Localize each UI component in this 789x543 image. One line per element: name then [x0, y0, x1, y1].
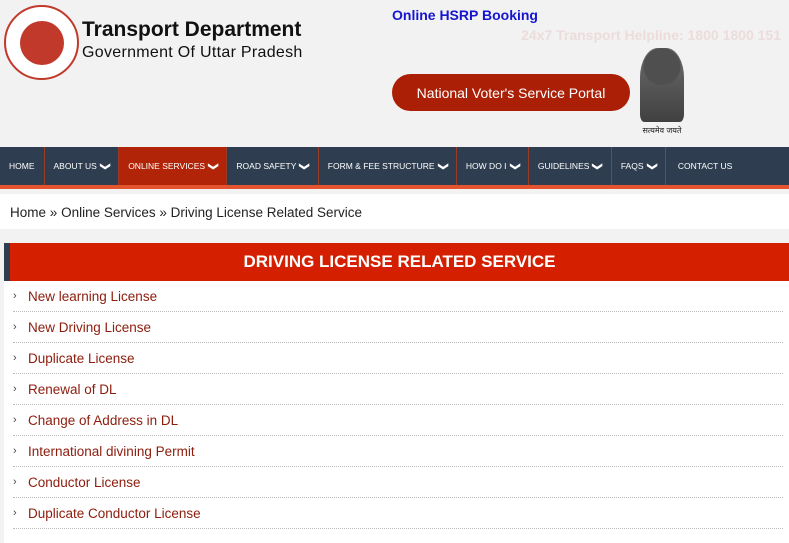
chevron-down-icon: ❯ [646, 161, 658, 171]
emblem-motto: सत्यमेव जयते [642, 126, 682, 135]
nav-item-form-fee-structure[interactable]: FORM & FEE STRUCTURE ❯ [319, 147, 457, 185]
voter-portal-button[interactable]: National Voter's Service Portal [392, 74, 630, 111]
site-subtitle: Government Of Uttar Pradesh [82, 44, 303, 61]
service-link[interactable]: Renewal of DL [28, 382, 117, 397]
up-government-logo[interactable] [4, 5, 79, 80]
nav-item-label: ROAD SAFETY [236, 161, 297, 171]
nav-item-label: HOW DO I [465, 161, 507, 171]
service-link[interactable]: Change of Address in DL [28, 413, 178, 428]
helpline-text: 24x7 Transport Helpline: 1800 1800 151 [521, 27, 781, 43]
list-item: › Duplicate License [13, 343, 783, 374]
list-item: › Change of Address in DL [13, 405, 783, 436]
panel-title: DRIVING LICENSE RELATED SERVICE [4, 243, 789, 281]
chevron-down-icon: ❯ [299, 161, 311, 171]
chevron-right-icon: › [13, 445, 17, 457]
service-link[interactable]: Duplicate License [28, 351, 135, 366]
breadcrumb-home[interactable]: Home [10, 205, 46, 220]
nav-item-label: HOME [9, 161, 35, 171]
nav-item-label: FORM & FEE STRUCTURE [327, 161, 435, 171]
chevron-right-icon: › [13, 383, 17, 395]
list-item: › New Driving License [13, 312, 783, 343]
breadcrumb-current: Driving License Related Service [170, 205, 362, 220]
main-nav: HOME ABOUT US ❯ ONLINE SERVICES ❯ ROAD SAFETY… [0, 147, 789, 189]
breadcrumb: Home » Online Services » Driving License… [0, 194, 789, 229]
site-header: Transport Department Government Of Uttar… [0, 0, 789, 147]
list-item: › Duplicate Conductor License [13, 498, 783, 529]
nav-item-label: CONTACT US [677, 161, 733, 171]
national-emblem: सत्यमेव जयते [634, 48, 690, 140]
nav-item-online-services[interactable]: ONLINE SERVICES ❯ [119, 147, 228, 185]
service-link[interactable]: New learning License [28, 289, 157, 304]
nav-item-label: ONLINE SERVICES [128, 161, 206, 171]
chevron-down-icon: ❯ [99, 161, 111, 171]
list-item: › International divining Permit [13, 436, 783, 467]
chevron-right-icon: › [13, 290, 17, 302]
service-list: › New learning License › New Driving Licens… [4, 281, 789, 529]
service-link[interactable]: New Driving License [28, 320, 151, 335]
nav-item-label: GUIDELINES [537, 161, 590, 171]
nav-item-label: FAQS [620, 161, 644, 171]
chevron-down-icon: ❯ [207, 161, 219, 171]
nav-item-label: ABOUT US [53, 161, 97, 171]
service-link[interactable]: Conductor License [28, 475, 141, 490]
nav-item-how-do-i[interactable]: HOW DO I ❯ [457, 147, 529, 185]
nav-item-contact-us[interactable]: CONTACT US [666, 147, 741, 185]
chevron-right-icon: › [13, 414, 17, 426]
hsrp-booking-link[interactable]: Online HSRP Booking [392, 7, 538, 23]
service-panel: DRIVING LICENSE RELATED SERVICE › New lea… [4, 243, 789, 543]
list-item: › New learning License [13, 281, 783, 312]
service-link[interactable]: Duplicate Conductor License [28, 506, 201, 521]
nav-item-about-us[interactable]: ABOUT US ❯ [45, 147, 120, 185]
list-item: › Conductor License [13, 467, 783, 498]
chevron-right-icon: › [13, 321, 17, 333]
nav-item-guidelines[interactable]: GUIDELINES ❯ [529, 147, 612, 185]
chevron-right-icon: › [13, 507, 17, 519]
site-title: Transport Department [82, 18, 302, 41]
breadcrumb-separator: » [159, 205, 167, 220]
breadcrumb-separator: » [49, 205, 58, 220]
chevron-down-icon: ❯ [437, 161, 449, 171]
nav-item-home[interactable]: HOME [0, 147, 45, 185]
ashoka-emblem-icon [640, 48, 684, 122]
breadcrumb-online-services[interactable]: Online Services [61, 205, 156, 220]
service-link[interactable]: International divining Permit [28, 444, 195, 459]
chevron-down-icon: ❯ [592, 161, 604, 171]
chevron-right-icon: › [13, 352, 17, 364]
chevron-down-icon: ❯ [509, 161, 521, 171]
chevron-right-icon: › [13, 476, 17, 488]
list-item: › Renewal of DL [13, 374, 783, 405]
nav-item-faqs[interactable]: FAQS ❯ [612, 147, 666, 185]
nav-item-road-safety[interactable]: ROAD SAFETY ❯ [227, 147, 319, 185]
